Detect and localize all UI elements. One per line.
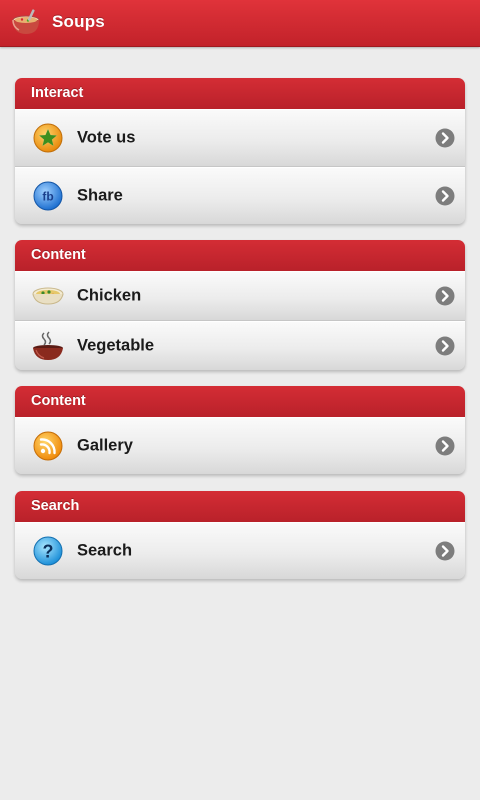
menu-item-search[interactable]: ? Search bbox=[15, 522, 465, 579]
steaming-pot-icon bbox=[33, 331, 63, 360]
group-content-gallery: Content Gallery bbox=[15, 386, 465, 474]
menu-item-label: Vegetable bbox=[77, 336, 155, 355]
group-header: Content bbox=[15, 386, 465, 417]
soup-bowl-icon bbox=[32, 287, 64, 305]
menu-item-vote-us[interactable]: Vote us bbox=[15, 109, 465, 167]
title-bar: Soups bbox=[0, 0, 480, 47]
group-header: Interact bbox=[15, 78, 465, 109]
menu-item-label: Share bbox=[77, 186, 123, 205]
group-content-recipes: Content Chicken Vegetable bbox=[15, 240, 465, 370]
menu-item-label: Vote us bbox=[77, 128, 136, 147]
menu-item-gallery[interactable]: Gallery bbox=[15, 417, 465, 474]
group-header: Content bbox=[15, 240, 465, 271]
help-icon: ? bbox=[33, 536, 63, 566]
menu-item-share[interactable]: fb Share bbox=[15, 167, 465, 224]
soup-pot-icon bbox=[12, 9, 40, 34]
chevron-right-icon bbox=[435, 541, 455, 561]
menu-item-label: Search bbox=[77, 541, 133, 560]
chevron-right-icon bbox=[435, 186, 455, 206]
menu-item-label: Gallery bbox=[77, 436, 133, 455]
chevron-right-icon bbox=[435, 336, 455, 356]
rss-icon bbox=[33, 431, 63, 461]
star-icon bbox=[33, 123, 63, 153]
app-title: Soups bbox=[52, 12, 105, 31]
svg-text:fb: fb bbox=[42, 190, 53, 204]
group-interact: Interact Vote us fb Share bbox=[15, 78, 465, 224]
svg-text:?: ? bbox=[43, 542, 54, 562]
menu-item-vegetable[interactable]: Vegetable bbox=[15, 321, 465, 370]
chevron-right-icon bbox=[435, 286, 455, 306]
menu-item-label: Chicken bbox=[77, 286, 142, 305]
chevron-right-icon bbox=[435, 436, 455, 456]
group-header: Search bbox=[15, 491, 465, 522]
facebook-icon: fb bbox=[33, 181, 63, 211]
chevron-right-icon bbox=[435, 128, 455, 148]
group-search: Search ? Search bbox=[15, 491, 465, 579]
menu-item-chicken[interactable]: Chicken bbox=[15, 271, 465, 321]
